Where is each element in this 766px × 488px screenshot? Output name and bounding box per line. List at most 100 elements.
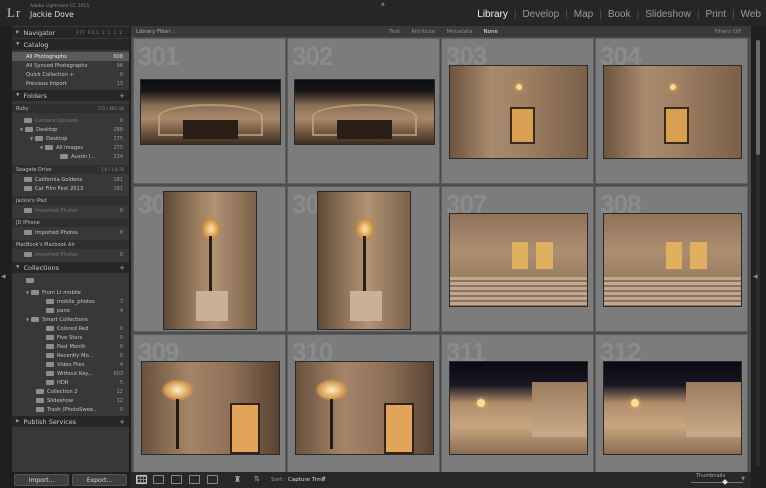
photo-thumbnail[interactable] xyxy=(449,361,588,455)
right-panel-toggle-icon[interactable]: ◀ xyxy=(753,273,758,280)
drive-ipad[interactable]: Jackie's iPad xyxy=(12,196,129,205)
module-slideshow[interactable]: Slideshow xyxy=(644,9,692,20)
grid-cell[interactable]: 311 xyxy=(441,334,594,480)
add-folder-icon[interactable]: + xyxy=(119,92,125,100)
grid-cell[interactable]: 301 xyxy=(133,38,286,184)
grid-cell[interactable]: 312 xyxy=(595,334,748,480)
import-button[interactable]: Import... xyxy=(14,474,69,486)
folder-item[interactable]: ▼ All images 275 xyxy=(12,143,129,152)
filters-off-dropdown[interactable]: Filters Off xyxy=(715,29,741,35)
loupe-view-icon[interactable] xyxy=(153,475,164,484)
drive-seagate[interactable]: Seagate Drive 1.6 / 1.8 TB xyxy=(12,165,129,174)
folder-item[interactable]: ▼ Desktop 288 xyxy=(12,125,129,134)
grid-cell[interactable]: 310 xyxy=(287,334,440,480)
grid-cell[interactable]: 309 xyxy=(133,334,286,480)
catalog-item-all-synced[interactable]: All Synced Photographs 96 xyxy=(12,61,129,70)
grid-cell[interactable]: 305 xyxy=(133,186,286,332)
folder-item[interactable]: Imported Photos 8 xyxy=(12,228,129,237)
photo-thumbnail[interactable] xyxy=(603,65,742,159)
grid-cell[interactable]: 303 xyxy=(441,38,594,184)
folder-item[interactable]: Cat Film Fest 2013 181 xyxy=(12,184,129,193)
filter-tab-text[interactable]: Text xyxy=(389,29,400,35)
module-map[interactable]: Map xyxy=(573,9,594,20)
photo-thumbnail[interactable] xyxy=(317,191,411,330)
folders-header[interactable]: ▼ Folders + xyxy=(12,90,129,101)
module-book[interactable]: Book xyxy=(607,9,632,20)
catalog-header[interactable]: ▼ Catalog xyxy=(12,39,129,50)
disclosure-icon[interactable]: ▼ xyxy=(26,317,29,322)
photo-thumbnail[interactable] xyxy=(603,361,742,455)
folder-item[interactable]: Imported Photos 0 xyxy=(12,250,129,259)
add-collection-icon[interactable]: + xyxy=(119,264,125,272)
folder-item[interactable]: California Goldens 181 xyxy=(12,175,129,184)
photo-thumbnail[interactable] xyxy=(295,361,434,455)
drive-macbook[interactable]: MacBook's Macbook Air xyxy=(12,240,129,249)
smart-collection-item[interactable]: Without Key... 603 xyxy=(12,369,129,378)
photo-thumbnail[interactable] xyxy=(449,213,588,307)
collection-item[interactable]: pano 4 xyxy=(12,306,129,315)
disclosure-icon[interactable]: ▼ xyxy=(20,127,23,132)
collection-set-smart-collections[interactable]: ▼ Smart Collections xyxy=(12,315,129,324)
photo-thumbnail[interactable] xyxy=(141,361,280,455)
left-panel-toggle-icon[interactable]: ◀ xyxy=(1,273,6,280)
catalog-item-quick-collection[interactable]: Quick Collection + 0 xyxy=(12,70,129,79)
collection-item[interactable]: mobile_photos 7 xyxy=(12,297,129,306)
people-view-icon[interactable] xyxy=(207,475,218,484)
smart-collection-item[interactable]: Video Files 4 xyxy=(12,360,129,369)
navigator-zoom-options[interactable]: FIT FILL 1:1 1:2 xyxy=(76,30,123,35)
toolbar-content-chevron-icon[interactable]: ▼ xyxy=(741,476,745,482)
folder-item[interactable]: Austin I... 234 xyxy=(12,152,129,161)
smart-collection-item[interactable]: HDR 5 xyxy=(12,378,129,387)
export-button[interactable]: Export... xyxy=(72,474,127,486)
module-print[interactable]: Print xyxy=(704,9,727,20)
photo-thumbnail[interactable] xyxy=(449,65,588,159)
folder-item[interactable]: Imported Photos 0 xyxy=(12,206,129,215)
painter-icon[interactable]: ♜ xyxy=(234,475,241,484)
disclosure-icon[interactable]: ▼ xyxy=(26,290,29,295)
collection-item[interactable]: Trash (PhotoSwee... 0 xyxy=(12,405,129,414)
add-publish-service-icon[interactable]: + xyxy=(119,418,125,426)
top-panel-toggle-icon[interactable]: ▲ xyxy=(381,1,385,7)
smart-collection-item[interactable]: Past Month 0 xyxy=(12,342,129,351)
photo-thumbnail[interactable] xyxy=(603,213,742,307)
smart-collection-item[interactable]: Colored Red 0 xyxy=(12,324,129,333)
module-web[interactable]: Web xyxy=(740,9,762,20)
collection-set-from-lr-mobile[interactable]: ▼ From Lr mobile xyxy=(12,288,129,297)
filter-tab-attribute[interactable]: Attribute xyxy=(411,29,435,35)
navigator-header[interactable]: ▶ Navigator FIT FILL 1:1 1:2 xyxy=(12,27,129,38)
collection-item[interactable]: Collection 2 12 xyxy=(12,387,129,396)
filter-tab-none[interactable]: None xyxy=(483,29,497,35)
thumbnail-size-slider-knob[interactable] xyxy=(722,479,728,485)
sort-direction-icon[interactable]: ⇅ xyxy=(254,475,260,483)
grid-cell[interactable]: 306 xyxy=(287,186,440,332)
collections-header[interactable]: ▼ Collections + xyxy=(12,262,129,273)
disclosure-icon[interactable]: ▼ xyxy=(40,145,43,150)
module-library[interactable]: Library xyxy=(476,9,509,20)
grid-cell[interactable]: 302 xyxy=(287,38,440,184)
collection-item[interactable] xyxy=(12,276,129,285)
thumbnail-size-slider[interactable] xyxy=(691,482,743,483)
drive-ruby[interactable]: Ruby 172 / 465 GB xyxy=(12,104,129,113)
smart-collection-item[interactable]: Five Stars 0 xyxy=(12,333,129,342)
folder-item[interactable]: Camera Uploads 0 xyxy=(12,116,129,125)
photo-thumbnail[interactable] xyxy=(163,191,257,330)
compare-view-icon[interactable] xyxy=(171,475,182,484)
grid-cell[interactable]: 307 xyxy=(441,186,594,332)
grid-scrollbar-thumb[interactable] xyxy=(756,40,760,155)
photo-thumbnail[interactable] xyxy=(294,79,435,145)
photo-thumbnail[interactable] xyxy=(140,79,281,145)
folder-item[interactable]: ▼ Desktop 275 xyxy=(12,134,129,143)
grid-view-icon[interactable] xyxy=(136,475,147,484)
catalog-item-previous-import[interactable]: Previous Import 13 xyxy=(12,79,129,88)
drive-iphone[interactable]: JD iPhone xyxy=(12,218,129,227)
chevron-down-icon[interactable]: ▼ xyxy=(322,476,326,482)
disclosure-icon[interactable]: ▼ xyxy=(30,136,33,141)
publish-services-header[interactable]: ▶ Publish Services + xyxy=(12,416,129,427)
survey-view-icon[interactable] xyxy=(189,475,200,484)
collection-item[interactable]: Slideshow 12 xyxy=(12,396,129,405)
grid-cell[interactable]: 304 xyxy=(595,38,748,184)
filter-tab-metadata[interactable]: Metadata xyxy=(446,29,472,35)
module-develop[interactable]: Develop xyxy=(521,9,560,20)
smart-collection-item[interactable]: Recently Mo... 0 xyxy=(12,351,129,360)
grid-cell[interactable]: 308 xyxy=(595,186,748,332)
